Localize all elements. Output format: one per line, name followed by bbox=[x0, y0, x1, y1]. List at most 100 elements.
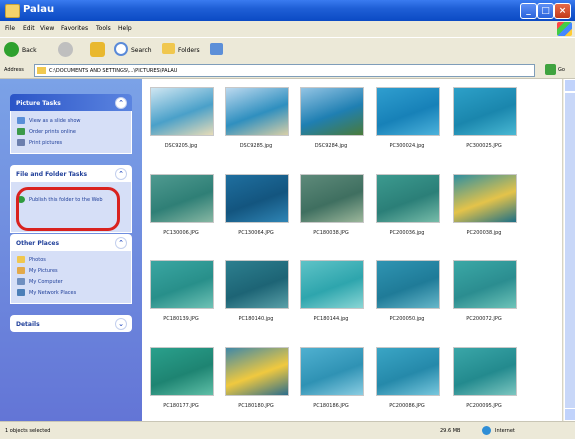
thumbnail-image[interactable] bbox=[376, 87, 440, 136]
address-path[interactable]: C:\DOCUMENTS AND SETTINGS\...\PICTURES\P… bbox=[49, 68, 177, 74]
title-bar[interactable]: Palau _ □ × bbox=[0, 0, 575, 21]
close-button[interactable]: × bbox=[554, 3, 571, 19]
vertical-scrollbar[interactable] bbox=[562, 79, 575, 421]
place-my-computer-label[interactable]: My Computer bbox=[29, 279, 63, 285]
search-label[interactable]: Search bbox=[131, 47, 152, 54]
views-icon[interactable] bbox=[210, 43, 223, 55]
menu-view[interactable]: View bbox=[40, 25, 54, 32]
back-arrow-icon[interactable] bbox=[4, 42, 19, 57]
other-places-header[interactable]: Other Places ⌃ bbox=[10, 234, 132, 251]
thumbnail-image[interactable] bbox=[300, 260, 364, 309]
up-folder-icon[interactable] bbox=[90, 42, 105, 57]
picture-tasks-header[interactable]: Picture Tasks ⌃ bbox=[10, 94, 132, 111]
menu-edit[interactable]: Edit bbox=[23, 25, 35, 32]
scroll-down-button[interactable] bbox=[564, 408, 575, 421]
status-size: 29.6 MB bbox=[440, 428, 461, 434]
thumbnail-filename[interactable]: PC180139.JPG bbox=[141, 316, 221, 322]
other-places-body: Photos My Pictures My Computer My Networ… bbox=[10, 251, 132, 304]
maximize-button[interactable]: □ bbox=[537, 3, 554, 19]
thumbnail-image[interactable] bbox=[453, 347, 517, 396]
status-text: 1 objects selected bbox=[5, 428, 51, 434]
task-order-prints-label[interactable]: Order prints online bbox=[29, 129, 76, 135]
menu-favorites[interactable]: Favorites bbox=[61, 25, 88, 32]
thumbnail-image[interactable] bbox=[376, 174, 440, 223]
file-folder-tasks-header[interactable]: File and Folder Tasks ⌃ bbox=[10, 165, 132, 182]
place-network-label[interactable]: My Network Places bbox=[29, 290, 76, 296]
thumbnail-image[interactable] bbox=[300, 347, 364, 396]
folders-icon[interactable] bbox=[162, 43, 175, 54]
folders-label[interactable]: Folders bbox=[178, 47, 200, 54]
thumbnail-filename[interactable]: DSC9285.jpg bbox=[216, 143, 296, 149]
menu-file[interactable]: File bbox=[5, 25, 15, 32]
thumbnail-image[interactable] bbox=[376, 347, 440, 396]
go-label[interactable]: Go bbox=[558, 67, 565, 73]
thumbnail-image[interactable] bbox=[453, 174, 517, 223]
address-input[interactable]: C:\DOCUMENTS AND SETTINGS\...\PICTURES\P… bbox=[34, 64, 535, 77]
thumbnail-filename[interactable]: PC180038.JPG bbox=[291, 230, 371, 236]
my-pictures-icon bbox=[17, 267, 25, 274]
thumbnail-filename[interactable]: PC130006.JPG bbox=[141, 230, 221, 236]
thumbnail-filename[interactable]: PC200072.JPG bbox=[444, 316, 524, 322]
thumbnail-filename[interactable]: PC180144.jpg bbox=[291, 316, 371, 322]
explorer-window: Palau _ □ × File Edit View Favorites Too… bbox=[0, 0, 575, 439]
folder-icon bbox=[5, 4, 20, 18]
thumbnail-filename[interactable]: PC300024.jpg bbox=[367, 143, 447, 149]
menu-help[interactable]: Help bbox=[118, 25, 132, 32]
go-arrow-icon[interactable] bbox=[545, 64, 556, 75]
search-icon[interactable] bbox=[114, 42, 128, 56]
thumbnail-filename[interactable]: DSC9284.jpg bbox=[291, 143, 371, 149]
menu-tools[interactable]: Tools bbox=[96, 25, 111, 32]
details-header[interactable]: Details ⌄ bbox=[10, 315, 132, 332]
thumbnail-filename[interactable]: PC200036.jpg bbox=[367, 230, 447, 236]
thumbnail-image[interactable] bbox=[150, 87, 214, 136]
scroll-thumb[interactable] bbox=[564, 92, 575, 409]
thumbnail-image[interactable] bbox=[150, 174, 214, 223]
thumbnail-image[interactable] bbox=[376, 260, 440, 309]
chevron-down-icon[interactable]: ⌄ bbox=[115, 318, 127, 330]
thumbnail-image[interactable] bbox=[453, 260, 517, 309]
thumbnail-image[interactable] bbox=[300, 87, 364, 136]
chevron-up-icon[interactable]: ⌃ bbox=[115, 97, 127, 109]
thumbnail-image[interactable] bbox=[300, 174, 364, 223]
thumbnail-filename[interactable]: DSC9205.jpg bbox=[141, 143, 221, 149]
thumbnail-filename[interactable]: PC180180.JPG bbox=[216, 403, 296, 409]
thumbnail-filename[interactable]: PC300025.JPG bbox=[444, 143, 524, 149]
place-network[interactable]: My Network Places bbox=[17, 289, 76, 296]
thumbnail-image[interactable] bbox=[150, 347, 214, 396]
thumbnail-image[interactable] bbox=[453, 87, 517, 136]
chevron-up-icon[interactable]: ⌃ bbox=[115, 237, 127, 249]
place-photos[interactable]: Photos bbox=[17, 256, 46, 263]
picture-tasks-panel: Picture Tasks ⌃ View as a slide show Ord… bbox=[10, 94, 132, 154]
thumbnail-image[interactable] bbox=[225, 174, 289, 223]
thumbnail-image[interactable] bbox=[225, 260, 289, 309]
thumbnail-image[interactable] bbox=[150, 260, 214, 309]
back-label[interactable]: Back bbox=[22, 47, 37, 54]
thumbnail-filename[interactable]: PC200050.jpg bbox=[367, 316, 447, 322]
scroll-up-button[interactable] bbox=[564, 79, 575, 92]
task-print[interactable]: Print pictures bbox=[17, 139, 62, 146]
thumbnail-filename[interactable]: PC200086.JPG bbox=[367, 403, 447, 409]
toolbar: Back Search Folders bbox=[0, 37, 575, 63]
thumbnail-filename[interactable]: PC200095.JPG bbox=[444, 403, 524, 409]
status-zone: Internet bbox=[495, 428, 515, 434]
thumbnail-filename[interactable]: PC180177.JPG bbox=[141, 403, 221, 409]
place-my-computer[interactable]: My Computer bbox=[17, 278, 63, 285]
task-print-label[interactable]: Print pictures bbox=[29, 140, 62, 146]
thumbnail-filename[interactable]: PC180140.jpg bbox=[216, 316, 296, 322]
place-my-pictures-label[interactable]: My Pictures bbox=[29, 268, 58, 274]
minimize-button[interactable]: _ bbox=[520, 3, 537, 19]
slideshow-icon bbox=[17, 117, 25, 124]
thumbnail-filename[interactable]: PC200038.jpg bbox=[444, 230, 524, 236]
task-order-prints[interactable]: Order prints online bbox=[17, 128, 76, 135]
thumbnail-image[interactable] bbox=[225, 87, 289, 136]
task-pane: Picture Tasks ⌃ View as a slide show Ord… bbox=[0, 79, 142, 421]
forward-arrow-icon[interactable] bbox=[58, 42, 73, 57]
place-my-pictures[interactable]: My Pictures bbox=[17, 267, 58, 274]
task-slideshow[interactable]: View as a slide show bbox=[17, 117, 81, 124]
thumbnail-filename[interactable]: PC130064.JPG bbox=[216, 230, 296, 236]
task-slideshow-label[interactable]: View as a slide show bbox=[29, 118, 81, 124]
place-photos-label[interactable]: Photos bbox=[29, 257, 46, 263]
thumbnail-filename[interactable]: PC180186.JPG bbox=[291, 403, 371, 409]
chevron-up-icon[interactable]: ⌃ bbox=[115, 168, 127, 180]
thumbnail-image[interactable] bbox=[225, 347, 289, 396]
